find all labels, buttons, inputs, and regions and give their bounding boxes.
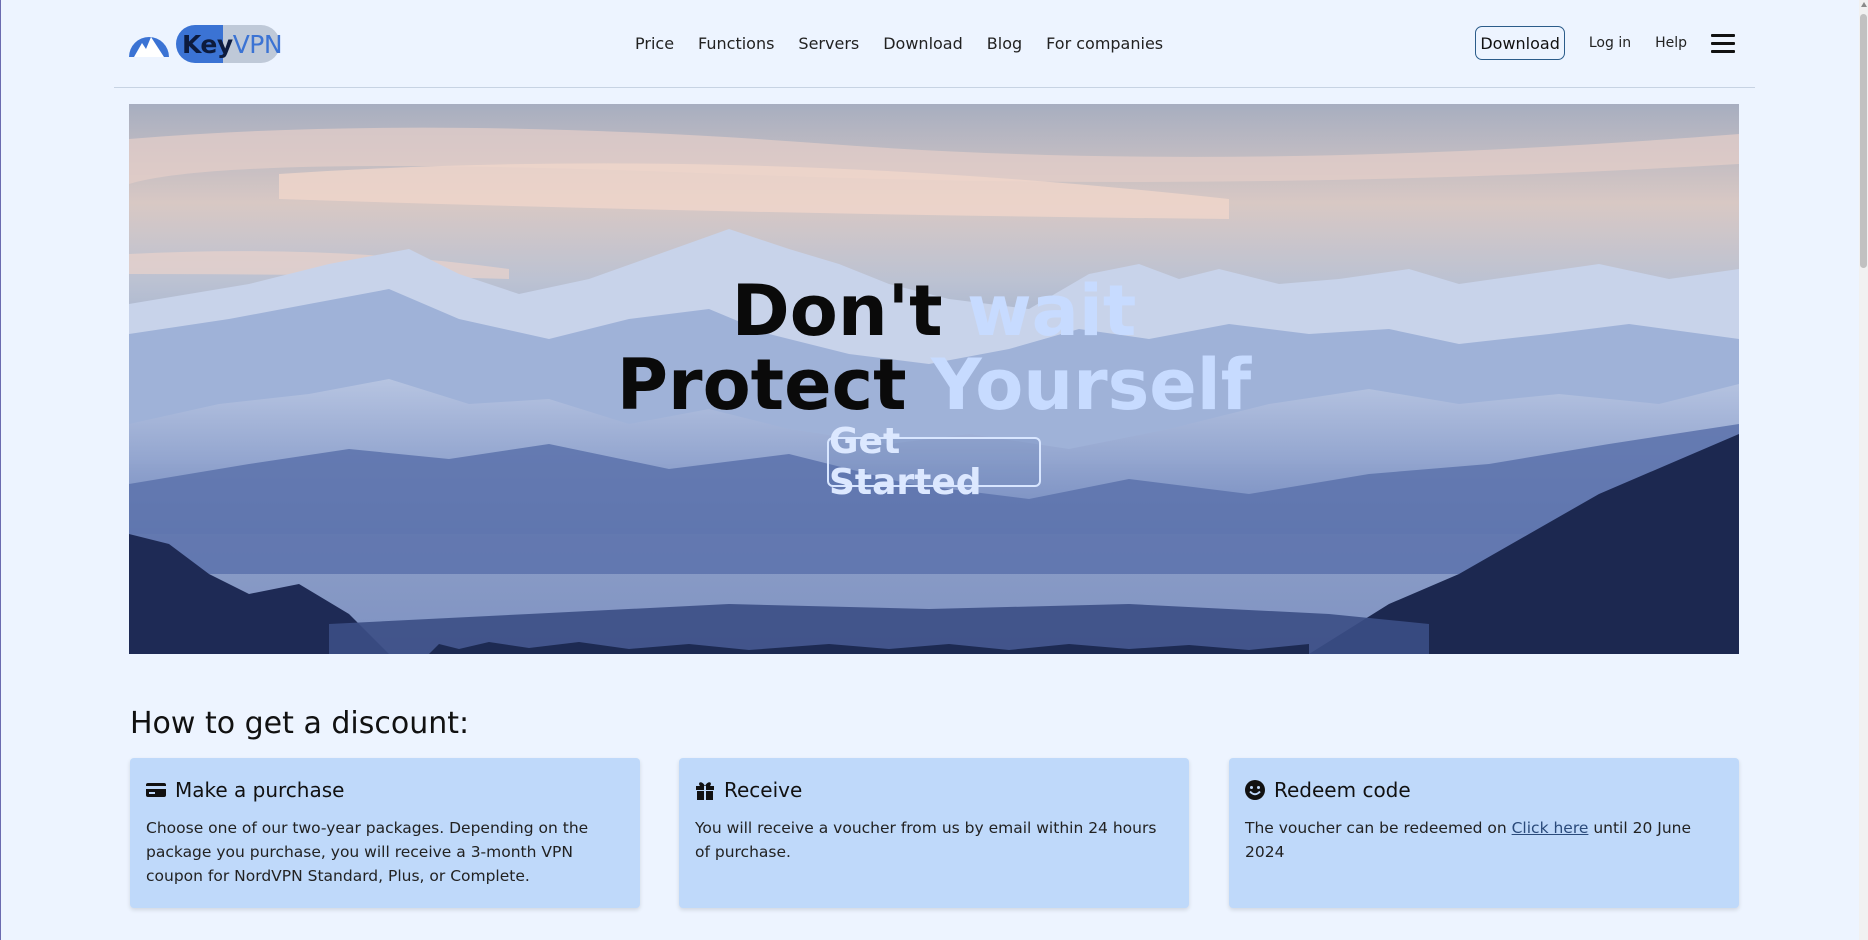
discount-section-title: How to get a discount: (130, 706, 470, 741)
smile-icon (1245, 780, 1265, 800)
discount-card-purchase: Make a purchase Choose one of our two-ye… (130, 758, 640, 908)
card-text: You will receive a voucher from us by em… (695, 819, 1157, 861)
right-nav: Download Log in Help (1475, 26, 1735, 60)
discount-card-redeem: Redeem code The voucher can be redeemed … (1229, 758, 1739, 908)
gift-icon (696, 782, 714, 800)
site-header: Key VPN Price Functions Servers Download … (114, 0, 1755, 88)
mountain-logo-icon (129, 37, 169, 57)
help-link[interactable]: Help (1655, 35, 1687, 51)
hero-headline: Don't wait Protect Yourself (129, 104, 1739, 654)
page-scrollbar[interactable] (1859, 0, 1868, 940)
scroll-up-arrow-icon[interactable] (1861, 2, 1867, 7)
download-button[interactable]: Download (1475, 26, 1565, 60)
nav-item-download[interactable]: Download (883, 34, 963, 53)
logo-key-text: Key (182, 29, 233, 59)
hero-banner: Don't wait Protect Yourself Get Started (129, 104, 1739, 654)
card-text-before: The voucher can be redeemed on (1245, 819, 1512, 837)
card-text: Choose one of our two-year packages. Dep… (146, 819, 589, 885)
nav-item-functions[interactable]: Functions (698, 34, 774, 53)
card-title: Receive (724, 778, 803, 802)
hamburger-menu-icon[interactable] (1711, 33, 1735, 53)
card-title: Make a purchase (175, 778, 345, 802)
hero-line-2: Protect Yourself (129, 350, 1739, 420)
nav-item-blog[interactable]: Blog (987, 34, 1022, 53)
login-link[interactable]: Log in (1589, 35, 1631, 51)
hero-line-1-light: wait (966, 270, 1137, 352)
logo-wordmark: Key VPN (176, 25, 283, 63)
main-nav: Price Functions Servers Download Blog Fo… (635, 34, 1187, 53)
hero-line-1: Don't wait (129, 276, 1739, 346)
scrollbar-thumb[interactable] (1860, 14, 1867, 268)
hero-line-2-dark: Protect (616, 344, 931, 426)
hero-line-1-dark: Don't (731, 270, 967, 352)
redeem-link[interactable]: Click here (1512, 819, 1589, 837)
nav-item-for-companies[interactable]: For companies (1046, 34, 1163, 53)
site-logo[interactable]: Key VPN (128, 25, 283, 63)
nav-item-servers[interactable]: Servers (798, 34, 859, 53)
get-started-button[interactable]: Get Started (827, 421, 1041, 503)
nav-item-price[interactable]: Price (635, 34, 674, 53)
credit-card-icon (146, 783, 166, 797)
logo-vpn-text: VPN (232, 29, 283, 59)
discount-card-receive: Receive You will receive a voucher from … (679, 758, 1189, 908)
hero-line-2-light: Yourself (930, 344, 1252, 426)
card-text: The voucher can be redeemed on Click her… (1245, 816, 1723, 864)
card-title: Redeem code (1274, 778, 1411, 802)
